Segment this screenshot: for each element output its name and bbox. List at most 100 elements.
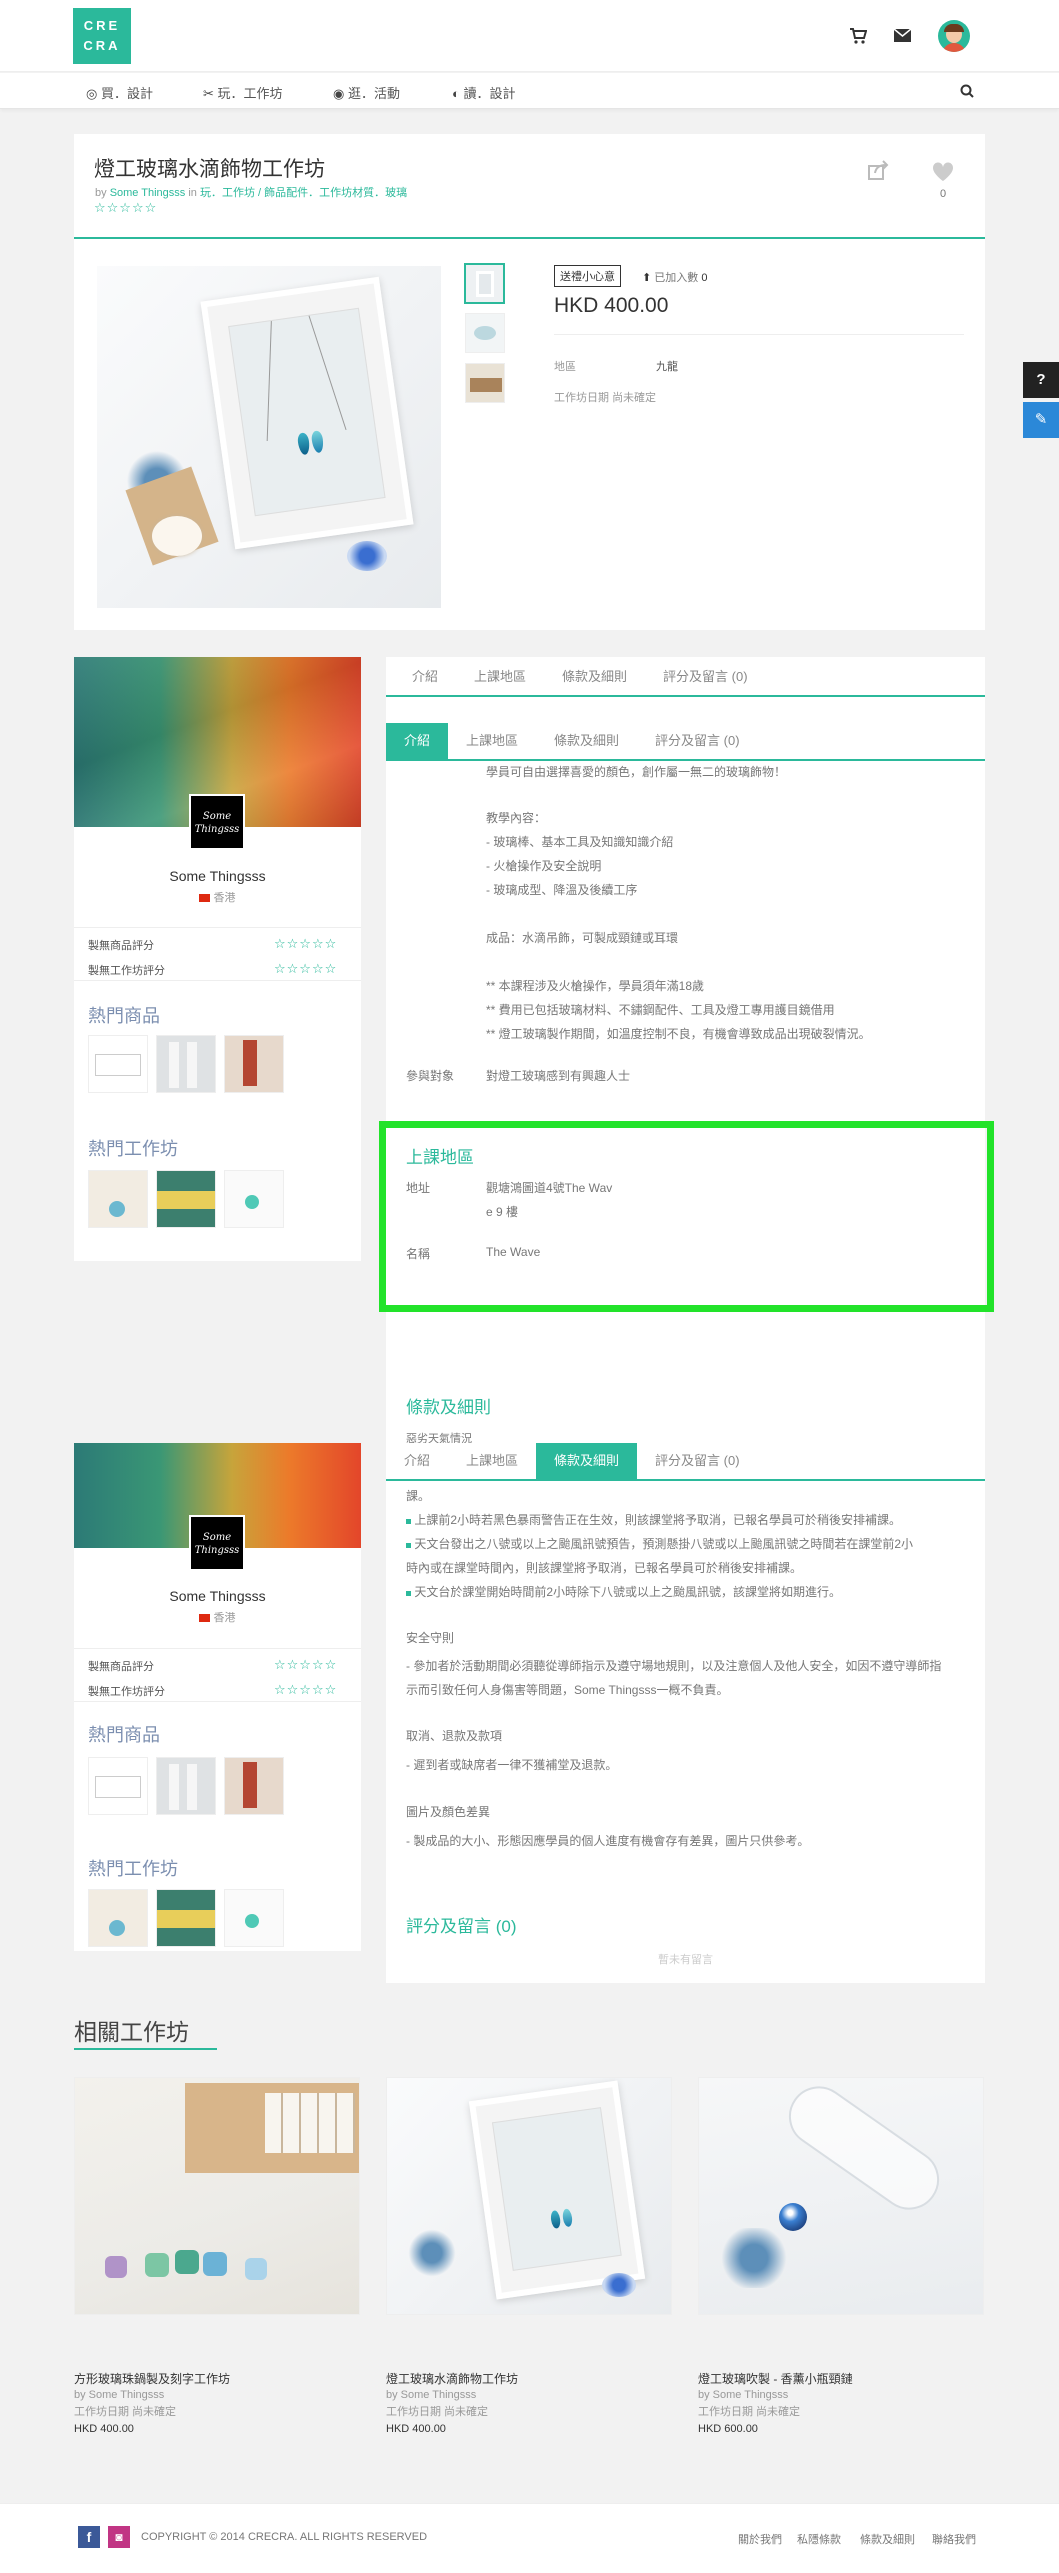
- footer-link-privacy[interactable]: 私隱條款: [797, 2531, 841, 2547]
- tab-terms[interactable]: 條款及細則: [544, 657, 645, 697]
- tab-bar: 介紹 上課地區 條款及細則 評分及留言 (0): [386, 657, 985, 697]
- pin-icon: ⬆: [642, 272, 652, 284]
- related-date: 工作坊日期 尚未確定: [698, 2406, 801, 2418]
- hot-product-2[interactable]: [156, 1757, 216, 1815]
- tab-intro-active[interactable]: 介紹: [386, 723, 449, 759]
- main-nav: ◎ 買．設計 ✂ 玩．工作坊 ◉ 逛．活動 ◐ 讀．設計: [0, 73, 1059, 109]
- heart-icon[interactable]: [932, 162, 954, 182]
- safety-line: 示而引致任何人身傷害等問題，Some Thingsss一概不負責。: [406, 1683, 729, 1697]
- shop-rating-product-stars: ☆☆☆☆☆: [274, 936, 338, 951]
- search-icon[interactable]: [960, 84, 974, 98]
- related-card-3[interactable]: [698, 2077, 984, 2315]
- hot-product-2[interactable]: [156, 1035, 216, 1093]
- shop-country: 香港: [74, 1609, 361, 1625]
- tab-reviews[interactable]: 評分及留言 (0): [645, 657, 766, 697]
- product-price: HKD 400.00: [554, 294, 669, 317]
- reviews-empty: 暫未有留言: [658, 1954, 713, 1966]
- feedback-button[interactable]: ✎: [1023, 402, 1059, 438]
- tab-intro[interactable]: 介紹: [386, 1443, 448, 1479]
- page-title: 燈工玻璃水滴飾物工作坊: [94, 158, 325, 181]
- tab-location[interactable]: 上課地區: [456, 657, 544, 697]
- hk-flag-icon: [199, 1614, 211, 1623]
- hot-workshop-3[interactable]: [224, 1889, 284, 1947]
- safety-line: - 參加者於活動期間必須聽從導師指示及遵守場地規則，以及注意個人及他人安全，如因…: [406, 1659, 942, 1673]
- photo-line: - 製成品的大小、形態因應學員的個人進度有機會存有差異，圖片只供參考。: [406, 1834, 810, 1848]
- tab-reviews[interactable]: 評分及留言 (0): [637, 1443, 758, 1479]
- related-card-1[interactable]: [74, 2077, 360, 2315]
- added-count-row: ⬆ 已加入數 0: [642, 272, 708, 284]
- terms-line: 上課前2小時若黑色暴雨警告正在生效，則該課堂將予取消，已報名學員可於稍後安排補課…: [406, 1511, 901, 1528]
- hot-workshop-2[interactable]: [156, 1889, 216, 1947]
- shop-logo[interactable]: Some Thingsss: [189, 794, 245, 850]
- edit-icon: ✎: [1034, 411, 1048, 428]
- related-card-2[interactable]: [386, 2077, 672, 2315]
- share-icon[interactable]: [868, 160, 890, 180]
- product-stars: ☆☆☆☆☆: [94, 200, 158, 215]
- tab-reviews[interactable]: 評分及留言 (0): [637, 723, 758, 759]
- related-title[interactable]: 燈工玻璃吹製 - 香薰小瓶頸鏈: [698, 2370, 984, 2387]
- shop-rating-workshop-stars: ☆☆☆☆☆: [274, 1682, 338, 1697]
- safety-heading: 安全守則: [406, 1631, 455, 1645]
- shop-rating-product-label: 製無商品評分: [88, 940, 154, 952]
- facebook-icon[interactable]: f: [78, 2526, 100, 2548]
- intro-line: ** 本課程涉及火槍操作，學員須年滿18歲: [486, 979, 705, 993]
- related-title[interactable]: 燈工玻璃水滴飾物工作坊: [386, 2370, 672, 2387]
- footer-link-terms[interactable]: 條款及細則: [860, 2531, 915, 2547]
- hot-workshop-1[interactable]: [88, 1170, 148, 1228]
- shop-name[interactable]: Some Thingsss: [74, 1588, 361, 1604]
- hot-workshop-1[interactable]: [88, 1889, 148, 1947]
- category-link[interactable]: 玩．工作坊 / 飾品配件．工作坊材質．玻璃: [200, 187, 407, 199]
- tab-location[interactable]: 上課地區: [448, 723, 536, 759]
- terms-heading: 條款及細則: [406, 1398, 491, 1417]
- shop-logo[interactable]: Some Thingsss: [189, 1515, 245, 1571]
- tab-terms-active[interactable]: 條款及細則: [536, 1443, 638, 1479]
- hot-product-1[interactable]: [88, 1035, 148, 1093]
- hot-product-3[interactable]: [224, 1757, 284, 1815]
- instagram-icon[interactable]: ◙: [108, 2526, 130, 2548]
- hot-product-3[interactable]: [224, 1035, 284, 1093]
- tab-location[interactable]: 上課地區: [448, 1443, 536, 1479]
- author-link[interactable]: Some Thingsss: [110, 187, 186, 199]
- product-thumb-1[interactable]: [464, 263, 505, 304]
- tab-terms[interactable]: 條款及細則: [536, 723, 637, 759]
- shop-rating-workshop-label: 製無工作坊評分: [88, 965, 165, 977]
- terms-line: 天文台於課堂開始時間前2小時除下八號或以上之颱風訊號，該課堂將如期進行。: [406, 1583, 841, 1600]
- divider: [74, 1701, 361, 1702]
- frame-outer: [200, 276, 414, 550]
- help-button[interactable]: ?: [1023, 362, 1059, 398]
- terms-line: 課。: [406, 1489, 431, 1503]
- mail-icon[interactable]: [893, 28, 912, 43]
- cotton-decoration: [152, 516, 202, 556]
- footer: f ◙ COPYRIGHT © 2014 CRECRA. ALL RIGHTS …: [0, 2503, 1059, 2573]
- nav-item-read[interactable]: ◐ 讀．設計: [452, 83, 516, 102]
- cart-icon[interactable]: [849, 27, 867, 45]
- intro-line: 教學內容：: [486, 811, 547, 825]
- nav-item-events[interactable]: ◉ 逛．活動: [333, 83, 400, 102]
- hot-workshop-3[interactable]: [224, 1170, 284, 1228]
- tab-bar-terms: 介紹 上課地區 條款及細則 評分及留言 (0): [386, 1443, 985, 1481]
- related-price: HKD 400.00: [74, 2423, 134, 2435]
- tab-intro[interactable]: 介紹: [394, 657, 456, 697]
- eye-icon: ◉: [333, 86, 345, 101]
- hot-products-heading: 熱門商品: [88, 1725, 160, 1745]
- hot-product-1[interactable]: [88, 1757, 148, 1815]
- related-info-1: 方形玻璃珠鍋製及刻字工作坊 by Some Thingsss 工作坊日期 尚未確…: [74, 2370, 360, 2435]
- product-thumb-2[interactable]: [465, 313, 505, 353]
- user-avatar[interactable]: [938, 20, 970, 52]
- shop-name[interactable]: Some Thingsss: [74, 868, 361, 884]
- related-title[interactable]: 方形玻璃珠鍋製及刻字工作坊: [74, 2370, 360, 2387]
- footer-link-contact[interactable]: 聯絡我們: [932, 2531, 976, 2547]
- nav-item-play[interactable]: ✂ 玩．工作坊: [203, 83, 283, 102]
- footer-link-about[interactable]: 關於我們: [738, 2531, 782, 2547]
- photo-heading: 圖片及顏色差異: [406, 1805, 491, 1819]
- top-header: CRE CRA: [0, 0, 1059, 72]
- logo[interactable]: CRE CRA: [73, 8, 131, 64]
- stamp-letters: [265, 2093, 355, 2153]
- divider: [74, 927, 361, 928]
- hot-workshop-2[interactable]: [156, 1170, 216, 1228]
- product-main-image[interactable]: [97, 266, 441, 608]
- nav-item-buy[interactable]: ◎ 買．設計: [86, 83, 153, 102]
- product-thumb-3[interactable]: [465, 363, 505, 403]
- hot-workshops-heading: 熱門工作坊: [88, 1139, 178, 1159]
- title-divider: [74, 237, 985, 239]
